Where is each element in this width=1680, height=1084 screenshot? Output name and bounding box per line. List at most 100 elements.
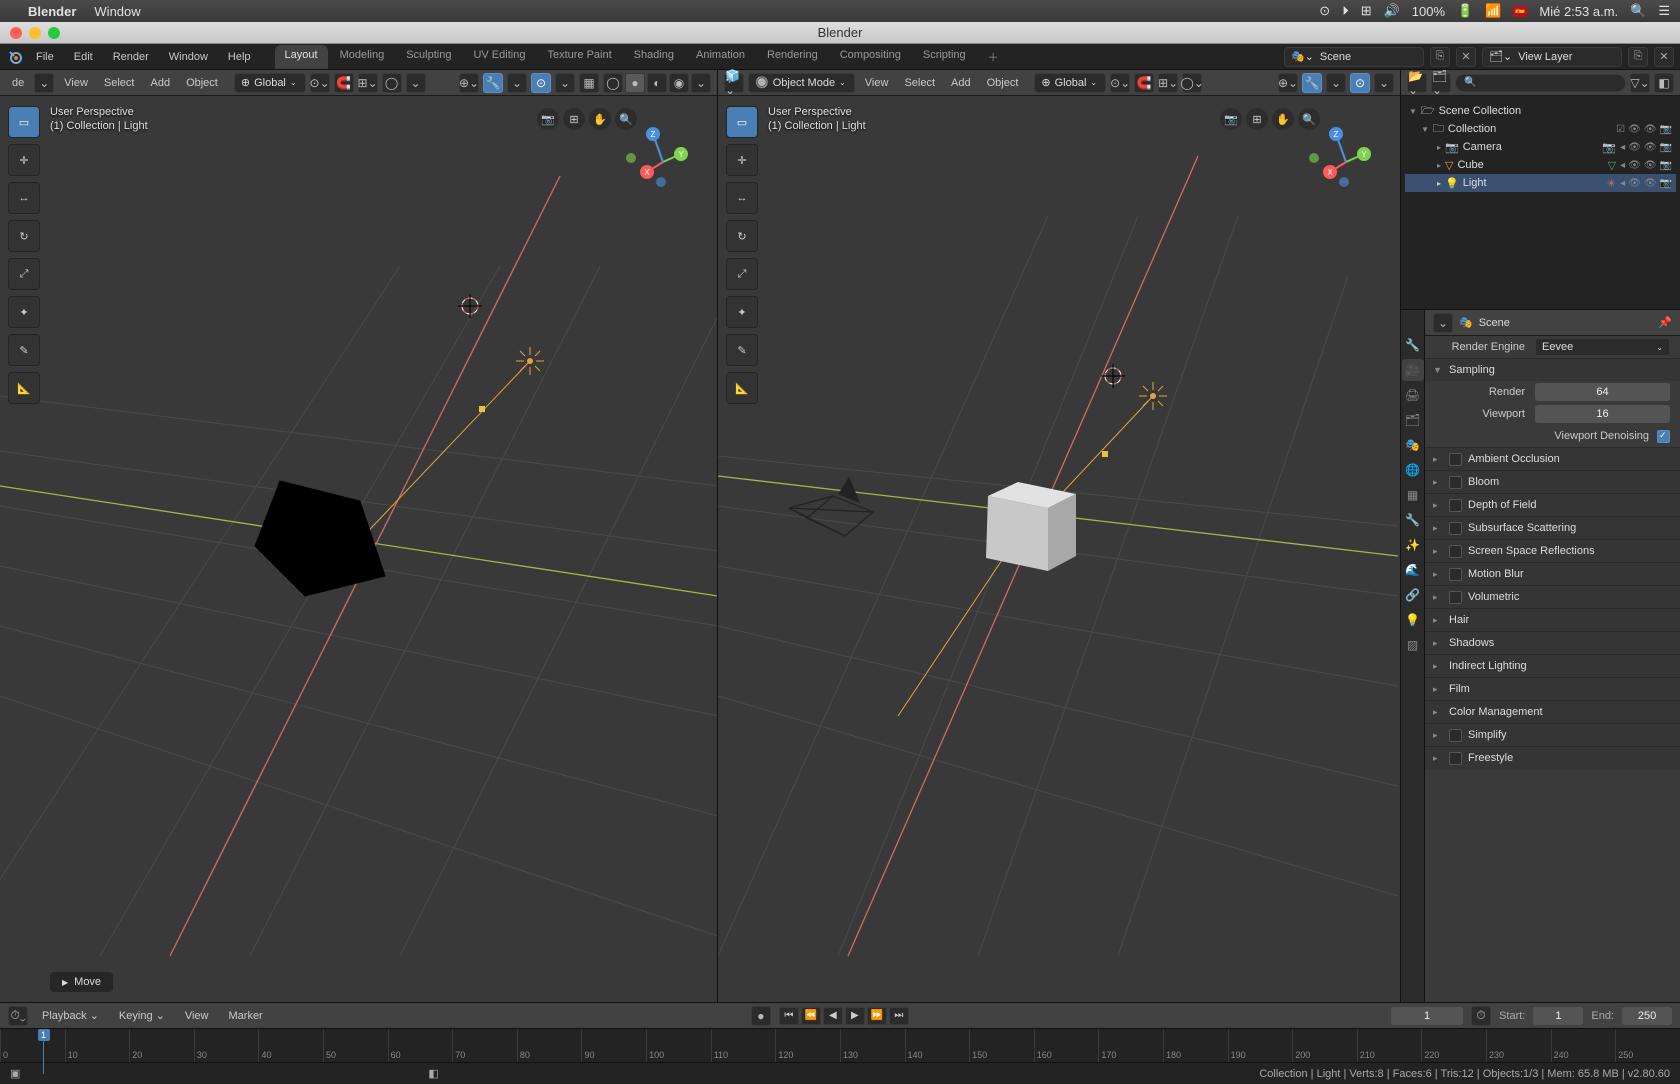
- engine-select[interactable]: Eevee⌄: [1535, 338, 1670, 356]
- status-corner-icon[interactable]: ▣: [10, 1067, 20, 1080]
- section-volumetric[interactable]: ▸Volumetric: [1425, 586, 1680, 608]
- snap-type-icon[interactable]: ⊞⌄: [358, 73, 378, 93]
- show-gizmo[interactable]: 🔧: [483, 73, 503, 93]
- section-checkbox[interactable]: [1449, 453, 1462, 466]
- section-hair[interactable]: ▸Hair: [1425, 609, 1680, 631]
- ptab-data[interactable]: 💡: [1402, 609, 1424, 631]
- jump-end[interactable]: ⏭: [889, 1007, 909, 1025]
- overlays-opts[interactable]: ⌄: [1374, 73, 1394, 93]
- tool-cursor[interactable]: ✛: [8, 144, 40, 176]
- tab-compositing[interactable]: Compositing: [830, 45, 911, 69]
- menu-object[interactable]: Object: [180, 75, 224, 91]
- proportional-type-icon[interactable]: ⌄: [406, 73, 426, 93]
- nav-camera-icon[interactable]: 📷: [537, 108, 559, 130]
- menu-select[interactable]: Select: [98, 75, 141, 91]
- blender-logo[interactable]: [6, 48, 24, 66]
- nav-pan-icon[interactable]: ✋: [1272, 108, 1294, 130]
- show-overlays[interactable]: ⊙: [1350, 73, 1370, 93]
- outliner-search[interactable]: 🔍: [1455, 74, 1626, 92]
- tree-collection[interactable]: ▼🗀Collection☑👁👁📷: [1405, 120, 1676, 138]
- layer-delete[interactable]: ✕: [1654, 47, 1674, 67]
- autokey[interactable]: ●: [751, 1006, 771, 1026]
- tool-select[interactable]: ▭: [726, 106, 758, 138]
- section-checkbox[interactable]: [1449, 545, 1462, 558]
- tab-modeling[interactable]: Modeling: [330, 45, 395, 69]
- menu-view[interactable]: View: [859, 75, 895, 91]
- scene-new[interactable]: ⎘: [1430, 47, 1450, 67]
- status-right-icon[interactable]: ◧: [428, 1067, 438, 1080]
- section-simplify[interactable]: ▸Simplify: [1425, 724, 1680, 746]
- section-checkbox[interactable]: [1449, 729, 1462, 742]
- editor-type[interactable]: 🧊⌄: [724, 73, 744, 93]
- section-checkbox[interactable]: [1449, 752, 1462, 765]
- ptab-render[interactable]: 🎥: [1402, 359, 1424, 381]
- ptab-object[interactable]: ▦: [1402, 484, 1424, 506]
- proportional-icon[interactable]: ◯⌄: [1182, 73, 1202, 93]
- menu-marker[interactable]: Marker: [223, 1008, 269, 1024]
- orientation-select[interactable]: ⊕Global⌄: [234, 73, 306, 93]
- tab-add[interactable]: ＋: [978, 45, 1009, 69]
- current-frame[interactable]: 1: [1391, 1007, 1463, 1025]
- outliner-type[interactable]: 📂⌄: [1407, 73, 1427, 93]
- ptab-world[interactable]: 🌐: [1402, 459, 1424, 481]
- shading-opts[interactable]: ⌄: [691, 73, 711, 93]
- section-film[interactable]: ▸Film: [1425, 678, 1680, 700]
- spotlight-icon[interactable]: 🔍: [1630, 3, 1646, 19]
- viewlayer-selector[interactable]: 🗂⌄ View Layer: [1482, 47, 1622, 67]
- ptab-texture[interactable]: ▨: [1402, 634, 1424, 656]
- menu-playback[interactable]: Playback ⌄: [36, 1007, 105, 1024]
- viewport-3d[interactable]: ▭ ✛ ↔ ↻ ⤢ ✦ ✎ 📐 User Perspective (1) Col…: [0, 96, 717, 1002]
- section-checkbox[interactable]: [1449, 476, 1462, 489]
- tool-transform[interactable]: ✦: [726, 296, 758, 328]
- tree-item-light[interactable]: ▸💡Light☀◂👁👁📷: [1405, 174, 1676, 192]
- zoom-button[interactable]: [48, 27, 60, 39]
- orientation-select[interactable]: ⊕Global⌄: [1034, 73, 1106, 93]
- tool-measure[interactable]: 📐: [726, 372, 758, 404]
- shading-solid[interactable]: ●: [625, 73, 645, 93]
- menu-file[interactable]: File: [28, 48, 62, 66]
- overlays-opts[interactable]: ⌄: [555, 73, 575, 93]
- camera-object[interactable]: [789, 478, 873, 536]
- overlays-drop[interactable]: ⌄: [507, 73, 527, 93]
- operator-box[interactable]: ▶Move: [50, 972, 113, 992]
- mode-select[interactable]: 🔘Object Mode⌄: [748, 73, 855, 93]
- section-indirect-lighting[interactable]: ▸Indirect Lighting: [1425, 655, 1680, 677]
- timeline-type[interactable]: ⏱⌄: [8, 1006, 28, 1026]
- ptab-particle[interactable]: ✨: [1402, 534, 1424, 556]
- shading-wire[interactable]: ◯: [603, 73, 623, 93]
- prop-type[interactable]: ⌄: [1433, 313, 1453, 333]
- timeline-ruler[interactable]: 0102030405060708090100110120130140150160…: [0, 1028, 1680, 1062]
- mac-menu-window[interactable]: Window: [94, 4, 140, 19]
- jump-start[interactable]: ⏮: [779, 1007, 799, 1025]
- nav-pan-icon[interactable]: ✋: [589, 108, 611, 130]
- layer-new[interactable]: ⎘: [1628, 47, 1648, 67]
- menu-add[interactable]: Add: [945, 75, 977, 91]
- tool-select[interactable]: ▭: [8, 106, 40, 138]
- ptab-tool[interactable]: 🔧: [1402, 334, 1424, 356]
- range-icon[interactable]: ⏱: [1471, 1006, 1491, 1026]
- ptab-physics[interactable]: 🌊: [1402, 559, 1424, 581]
- gizmo-visibility[interactable]: ⊕⌄: [459, 73, 479, 93]
- section-ambient-occlusion[interactable]: ▸Ambient Occlusion: [1425, 448, 1680, 470]
- section-checkbox[interactable]: [1449, 522, 1462, 535]
- battery-icon[interactable]: 🔋: [1457, 3, 1473, 19]
- tool-move[interactable]: ↔: [726, 182, 758, 214]
- tool-move[interactable]: ↔: [8, 182, 40, 214]
- menu-window[interactable]: Window: [161, 48, 216, 66]
- render-samples[interactable]: 64: [1535, 383, 1670, 401]
- tool-annotate[interactable]: ✎: [8, 334, 40, 366]
- menu-view[interactable]: View: [58, 75, 94, 91]
- tool-scale[interactable]: ⤢: [726, 258, 758, 290]
- volume-icon[interactable]: 🔊: [1384, 3, 1400, 19]
- close-button[interactable]: [10, 27, 22, 39]
- proportional-icon[interactable]: ◯: [382, 73, 402, 93]
- filter-icon[interactable]: ▽⌄: [1630, 73, 1650, 93]
- nav-zoom-icon[interactable]: 🔍: [1298, 108, 1320, 130]
- scene-selector[interactable]: 🎭⌄ Scene: [1284, 47, 1424, 67]
- tool-cursor[interactable]: ✛: [726, 144, 758, 176]
- cube-object[interactable]: [986, 482, 1076, 571]
- menu-icon[interactable]: ☰: [1658, 3, 1670, 19]
- viewport-samples[interactable]: 16: [1535, 405, 1670, 423]
- tree-item-cube[interactable]: ▸▽Cube▽◂👁👁📷: [1405, 156, 1676, 174]
- menu-object[interactable]: Object: [981, 75, 1025, 91]
